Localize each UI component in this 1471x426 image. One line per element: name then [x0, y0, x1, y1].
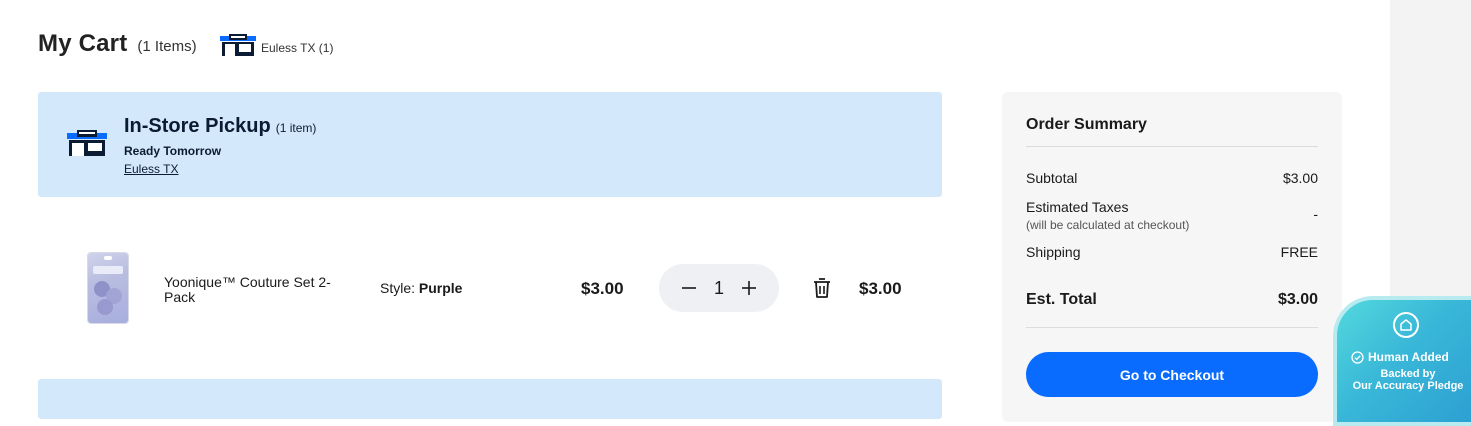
badge-line-2: Our Accuracy Pledge	[1352, 380, 1464, 392]
store-location-link[interactable]: Euless TX	[124, 162, 178, 176]
line-total: $3.00	[859, 279, 902, 298]
cart-header: My Cart (1 Items)	[38, 30, 197, 62]
store-icon	[67, 130, 107, 161]
cart-item-count: (1 Items)	[137, 38, 197, 55]
taxes-value: -	[1313, 206, 1318, 222]
increase-quantity-button[interactable]	[741, 280, 757, 296]
trash-icon	[814, 278, 830, 298]
store-chip-label: Euless TX (1)	[261, 40, 334, 55]
summary-divider	[1026, 146, 1318, 147]
subtotal-value: $3.00	[1282, 170, 1318, 186]
pickup-heading: In-Store Pickup (1 item)	[124, 115, 316, 138]
total-value: $3.00	[1277, 291, 1318, 308]
decrease-quantity-button[interactable]	[681, 280, 697, 296]
shipping-label: Shipping	[1026, 244, 1081, 260]
pickup-title: In-Store Pickup	[124, 115, 271, 137]
subtotal-row: Subtotal $3.00	[1026, 170, 1318, 186]
taxes-note: (will be calculated at checkout)	[1026, 218, 1190, 232]
product-style: Style: Purple	[380, 280, 462, 296]
ready-status: Ready Tomorrow	[124, 144, 222, 158]
delivery-panel	[38, 379, 942, 419]
style-label: Style:	[380, 280, 416, 296]
quantity-value: 1	[713, 277, 724, 298]
store-chip[interactable]: Euless TX (1)	[220, 34, 333, 61]
minus-icon	[682, 287, 696, 289]
shipping-row: Shipping FREE	[1026, 244, 1318, 260]
badge-title-text: Human Added	[1368, 350, 1449, 364]
total-row: Est. Total $3.00	[1026, 291, 1318, 309]
page-title: My Cart	[38, 30, 128, 57]
shipping-value: FREE	[1280, 244, 1318, 260]
style-value: Purple	[418, 280, 463, 296]
remove-item-button[interactable]	[810, 276, 834, 305]
summary-heading: Order Summary	[1026, 116, 1147, 133]
product-image[interactable]	[88, 253, 128, 323]
cart-item-row: Yoonique™ Couture Set 2-Pack Style: Purp…	[38, 240, 942, 340]
product-name[interactable]: Yoonique™ Couture Set 2-Pack	[164, 275, 349, 305]
badge-line-1: Backed by	[1380, 368, 1436, 380]
summary-divider	[1026, 327, 1318, 328]
house-icon	[1393, 312, 1419, 338]
checkout-button[interactable]: Go to Checkout	[1026, 352, 1318, 397]
pickup-panel: In-Store Pickup (1 item) Ready Tomorrow …	[38, 92, 942, 197]
pickup-item-count: (1 item)	[275, 121, 317, 135]
check-circle-icon	[1351, 350, 1364, 364]
unit-price: $3.00	[581, 279, 624, 298]
badge-title: Human Added	[1351, 350, 1449, 364]
total-label: Est. Total	[1026, 291, 1097, 308]
quantity-stepper: 1	[659, 264, 779, 312]
plus-icon	[741, 281, 756, 295]
store-icon	[220, 34, 256, 61]
subtotal-label: Subtotal	[1026, 170, 1078, 186]
order-summary: Order Summary Subtotal $3.00 Estimated T…	[1002, 92, 1342, 422]
